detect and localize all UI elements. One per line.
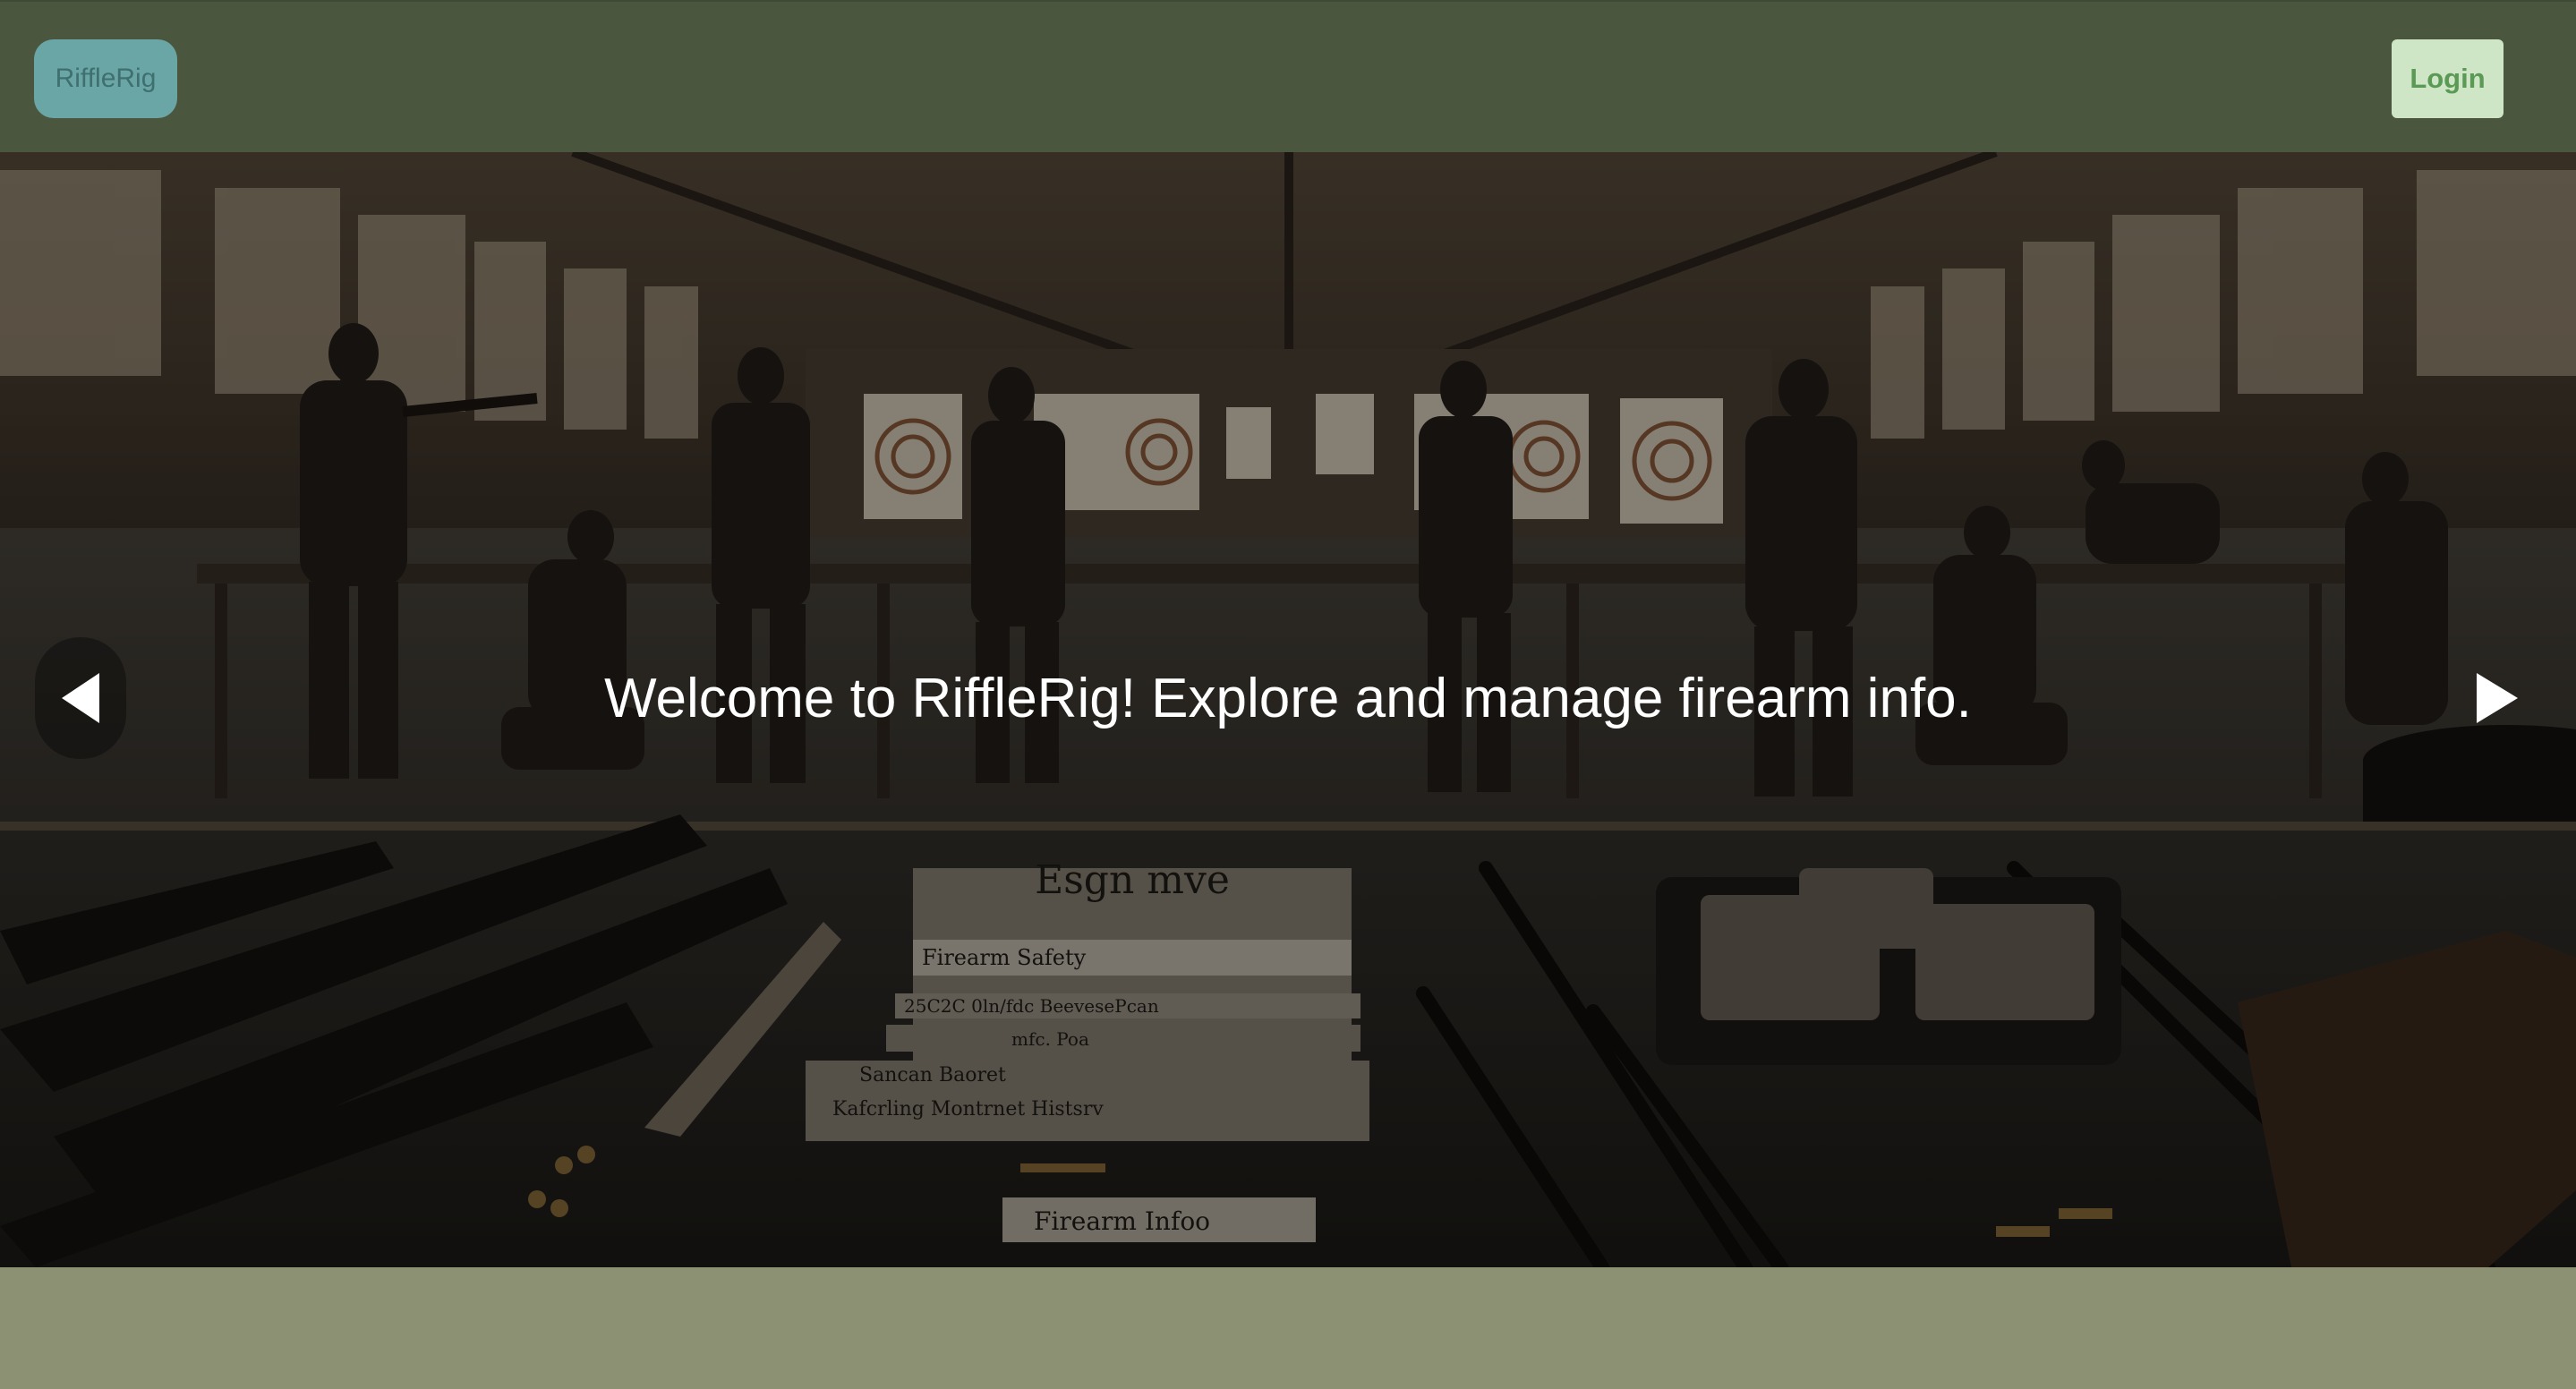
triangle-right-icon — [2477, 673, 2518, 723]
hero-dark-overlay — [0, 152, 2576, 1267]
login-button[interactable]: Login — [2392, 39, 2503, 118]
carousel-next-button[interactable] — [2452, 637, 2543, 759]
home-logo-button[interactable]: RiffleRig — [34, 39, 177, 118]
page-body-area — [0, 1267, 2576, 1389]
hero-carousel: Esgn mve Firearm Safety 25C2C 0ln/fdc Be… — [0, 152, 2576, 1267]
carousel-prev-button[interactable] — [35, 637, 126, 759]
top-navbar: RiffleRig Login — [0, 0, 2576, 152]
triangle-left-icon — [62, 673, 99, 723]
